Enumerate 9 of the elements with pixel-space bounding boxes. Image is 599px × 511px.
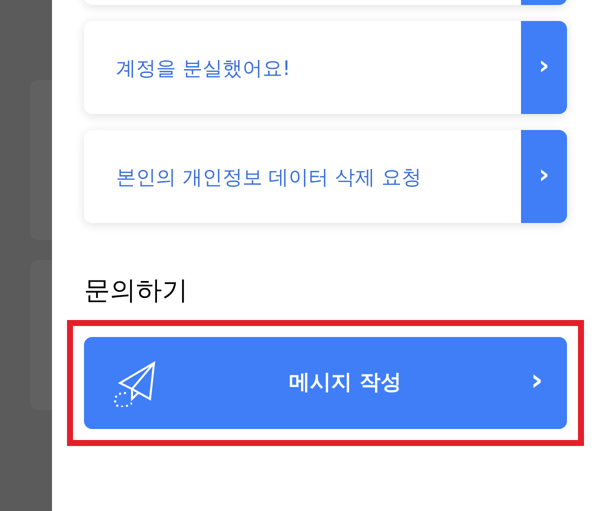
chevron-icon: ›	[538, 52, 550, 82]
chevron-icon: ›	[538, 162, 550, 192]
faq-label: 계정을 분실했어요!	[116, 54, 290, 82]
chevron-icon: ›	[530, 366, 543, 400]
section-title: 문의하기	[84, 275, 189, 307]
faq-card[interactable]: 계정을 분실했어요! ›	[84, 21, 567, 114]
write-message-button[interactable]: 메시지 작성 ›	[84, 337, 567, 429]
faq-card[interactable]: 본인의 개인정보 데이터 삭제 요청 ›	[84, 130, 567, 223]
faq-label: 본인의 개인정보 데이터 삭제 요청	[116, 164, 422, 190]
